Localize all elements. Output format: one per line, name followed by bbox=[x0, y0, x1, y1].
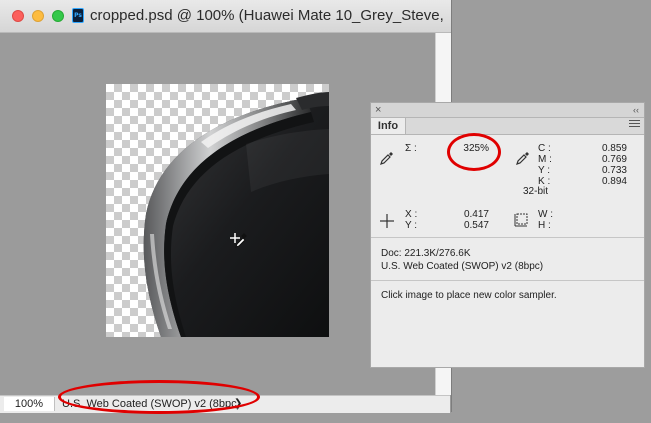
document-image[interactable] bbox=[106, 84, 329, 337]
bit-depth-label: 32-bit bbox=[523, 186, 549, 197]
y-label: Y : bbox=[405, 220, 418, 231]
document-profile-status: U.S. Web Coated (SWOP) v2 (8bpc) bbox=[62, 398, 241, 410]
y-value: 0.547 bbox=[463, 220, 489, 231]
document-size: Doc: 221.3K/276.6K bbox=[381, 248, 471, 259]
crosshair-icon bbox=[380, 214, 394, 228]
panel-close-icon[interactable]: × bbox=[375, 103, 381, 117]
desktop: Ps cropped.psd @ 100% (Huawei Mate 10_Gr… bbox=[0, 0, 651, 423]
status-bar: 100% U.S. Web Coated (SWOP) v2 (8bpc) ❯ bbox=[0, 395, 450, 413]
panel-tab-row: Info bbox=[371, 118, 644, 135]
divider bbox=[371, 280, 644, 281]
info-panel: × ‹‹ Info Σ : 325% C : M : Y : K : 0.859… bbox=[370, 102, 645, 368]
phone-corner-artwork bbox=[143, 92, 329, 337]
minimize-window-button[interactable] bbox=[32, 10, 44, 22]
zoom-window-button[interactable] bbox=[52, 10, 64, 22]
panel-header[interactable]: × ‹‹ bbox=[371, 103, 644, 118]
status-menu-arrow-icon[interactable]: ❯ bbox=[234, 397, 242, 411]
document-color-profile: U.S. Web Coated (SWOP) v2 (8bpc) bbox=[381, 261, 544, 272]
divider bbox=[371, 237, 644, 238]
photoshop-document-icon: Ps bbox=[72, 8, 84, 23]
height-label: H : bbox=[538, 220, 551, 231]
panel-menu-icon[interactable] bbox=[629, 120, 640, 131]
panel-collapse-icon[interactable]: ‹‹ bbox=[633, 103, 639, 117]
total-ink-label: Σ : bbox=[405, 143, 417, 154]
cmyk-k-value: 0.894 bbox=[601, 176, 627, 187]
eyedropper-icon bbox=[380, 152, 393, 165]
zoom-level-field[interactable]: 100% bbox=[4, 397, 55, 411]
hint-text: Click image to place new color sampler. bbox=[381, 290, 557, 301]
eyedropper-cmyk-icon bbox=[516, 152, 529, 165]
tab-info[interactable]: Info bbox=[371, 118, 406, 134]
color-sampler-cursor-icon bbox=[230, 233, 247, 248]
selection-size-icon bbox=[514, 213, 528, 227]
close-window-button[interactable] bbox=[12, 10, 24, 22]
title-bar[interactable]: Ps cropped.psd @ 100% (Huawei Mate 10_Gr… bbox=[0, 0, 451, 33]
total-ink-value: 325% bbox=[463, 143, 489, 154]
document-title: cropped.psd @ 100% (Huawei Mate 10_Grey_… bbox=[90, 7, 445, 24]
